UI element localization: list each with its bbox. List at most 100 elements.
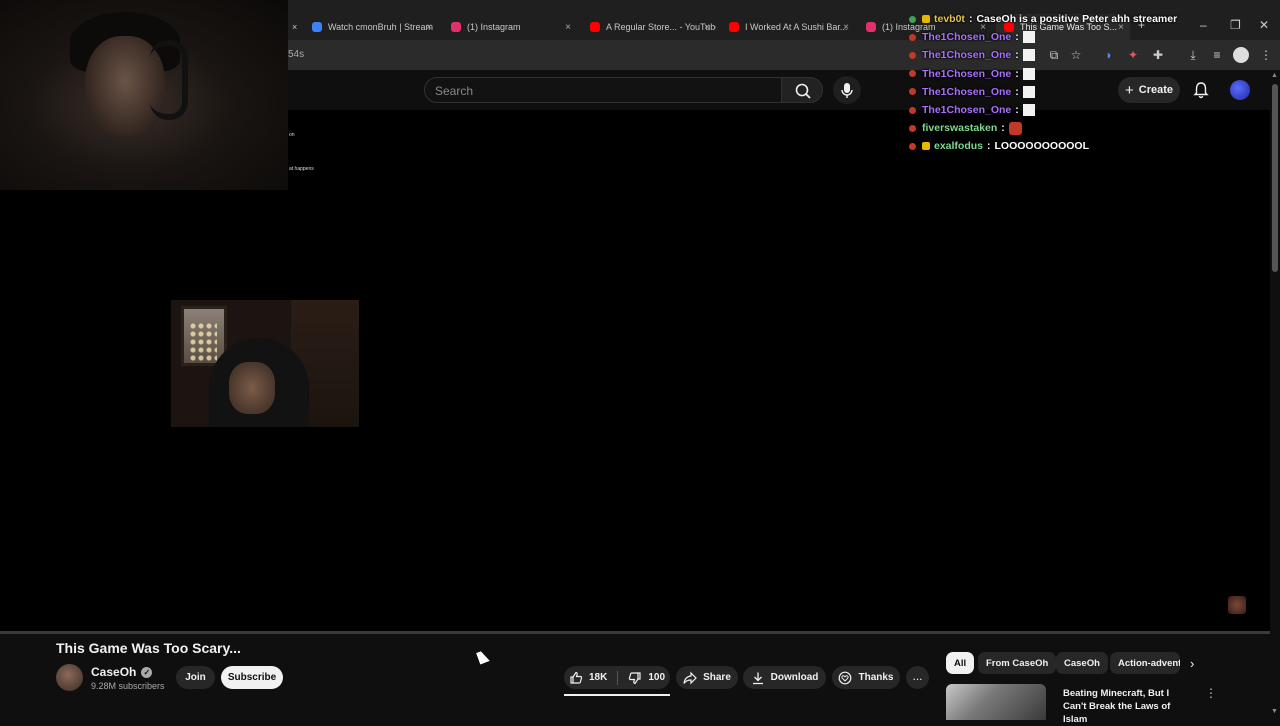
scrollbar-thumb[interactable] [1272,84,1278,272]
badge-icon [922,142,930,151]
badge-icon [909,88,916,96]
browser-tab[interactable]: A Regular Store... - YouTube × [582,14,716,40]
thanks-heart-icon [839,671,852,684]
host-webcam-overlay [0,0,288,190]
badge-icon [909,124,916,132]
chip-all[interactable]: All [946,652,975,674]
youtube-icon [729,22,739,32]
scroll-down-icon[interactable]: ▼ [1271,708,1278,715]
like-dislike-group: 18K 100 [564,666,670,689]
browser-tab[interactable]: I Worked At A Sushi Bar... × [721,14,855,40]
chat-username: The1Chosen_One [922,49,1012,62]
download-icon [752,672,763,684]
browser-tab[interactable]: Watch cmonBruh | Stream × [304,14,438,40]
join-button[interactable]: Join [176,666,215,689]
chip-from-caseoh[interactable]: From CaseOh [978,652,1057,674]
more-horizontal-icon: ... [912,669,923,683]
more-vertical-icon[interactable]: ⋮ [1205,686,1217,700]
channel-name[interactable]: CaseOh [91,665,136,679]
thumbs-down-icon [629,671,641,684]
chat-text: CaseOh is a positive Peter ahh streamer [976,13,1178,26]
scroll-up-icon[interactable]: ▲ [1271,72,1278,79]
minimize-icon[interactable]: – [1200,18,1207,32]
close-window-icon[interactable]: ✕ [1259,18,1269,32]
address-text[interactable]: 54s [288,49,304,60]
chat-message: The1Chosen_One : [909,101,1189,119]
chip-action-adventure[interactable]: Action-adventure [1110,652,1180,674]
chat-separator: : [1015,31,1019,44]
share-arrow-icon [683,671,697,684]
chip-label: CaseOh [1064,657,1100,669]
chat-username: The1Chosen_One [922,67,1012,80]
close-icon[interactable]: × [704,22,710,33]
close-icon[interactable]: × [565,22,571,33]
streamer-face [229,362,275,414]
christmas-lights [189,322,217,362]
video-progress-bar[interactable] [0,631,1270,634]
chip-caseoh[interactable]: CaseOh [1056,652,1108,674]
download-button[interactable]: Download [743,666,826,689]
streamer-webcam-video [171,300,359,427]
chat-message: The1Chosen_One : [909,28,1189,46]
badge-icon [909,142,916,150]
tab-title: Watch cmonBruh | Stream [328,22,434,32]
close-icon[interactable]: × [426,22,432,33]
voice-search-button[interactable] [833,76,861,104]
tab-title: A Regular Store... - YouTube [606,22,716,32]
thanks-label: Thanks [858,672,894,683]
subscriber-count: 9.28M subscribers [91,681,165,691]
chat-message: The1Chosen_One : [909,65,1189,83]
badge-icon [909,106,916,114]
subscribe-button[interactable]: Subscribe [221,666,283,689]
search-icon [795,83,811,99]
profile-icon[interactable] [1233,47,1249,63]
search-input[interactable]: Search [424,77,782,103]
white-box-emote-icon [1022,85,1035,98]
chat-message: The1Chosen_One : [909,46,1189,64]
thanks-button[interactable]: Thanks [832,666,900,689]
channel-avatar[interactable] [56,664,83,691]
tab-title: (1) Instagram [467,22,521,32]
notifications-bell-icon[interactable] [1192,81,1210,99]
close-icon[interactable]: × [843,22,849,33]
search-button[interactable] [781,77,823,103]
chat-username: The1Chosen_One [922,85,1012,98]
verified-check-icon: ✓ [141,666,153,678]
chat-username: tevb0t [934,13,965,26]
chip-label: From CaseOh [986,657,1049,669]
instagram-icon [451,22,461,32]
white-box-emote-icon [1022,31,1035,44]
recommendation-title[interactable]: Beating Minecraft, But I Can't Break the… [1063,687,1193,726]
instagram-icon [866,22,876,32]
chat-text: LOOOOOOOOOOL [994,140,1090,153]
more-actions-button[interactable]: ... [906,666,929,689]
channel-watermark[interactable] [1228,596,1246,614]
menu-icon[interactable]: ⋮ [1258,47,1274,63]
like-button[interactable]: 18K [569,670,619,685]
dislike-button[interactable]: 100 [624,671,665,685]
recommendation-thumbnail[interactable] [946,684,1046,720]
red-face-emote-icon [1008,121,1022,135]
share-button[interactable]: Share [676,666,738,689]
chevron-right-icon[interactable]: › [1190,656,1194,671]
media-control-icon[interactable]: ≡ [1209,47,1225,63]
restore-icon[interactable]: ❐ [1230,18,1241,32]
close-icon[interactable]: × [292,22,297,32]
overlay-tiny-text: on [289,132,295,138]
browser-tab[interactable]: (1) Instagram × [443,14,577,40]
account-avatar[interactable] [1230,80,1250,100]
chat-message: tevb0t : CaseOh is a positive Peter ahh … [909,10,1189,28]
badge-icon [909,51,916,59]
like-count: 18K [588,672,608,683]
badge-icon [909,33,916,41]
thumbs-up-icon [570,671,583,684]
microphone-icon [841,83,853,98]
channel-name-row[interactable]: CaseOh ✓ [91,665,153,679]
overlay-tiny-text: at happens [289,166,314,172]
chat-username: The1Chosen_One [922,31,1012,44]
mouse-cursor [476,649,490,665]
headset [150,40,188,120]
chat-separator: : [1015,85,1019,98]
chat-separator: : [1001,122,1005,135]
chat-separator: : [1015,49,1019,62]
